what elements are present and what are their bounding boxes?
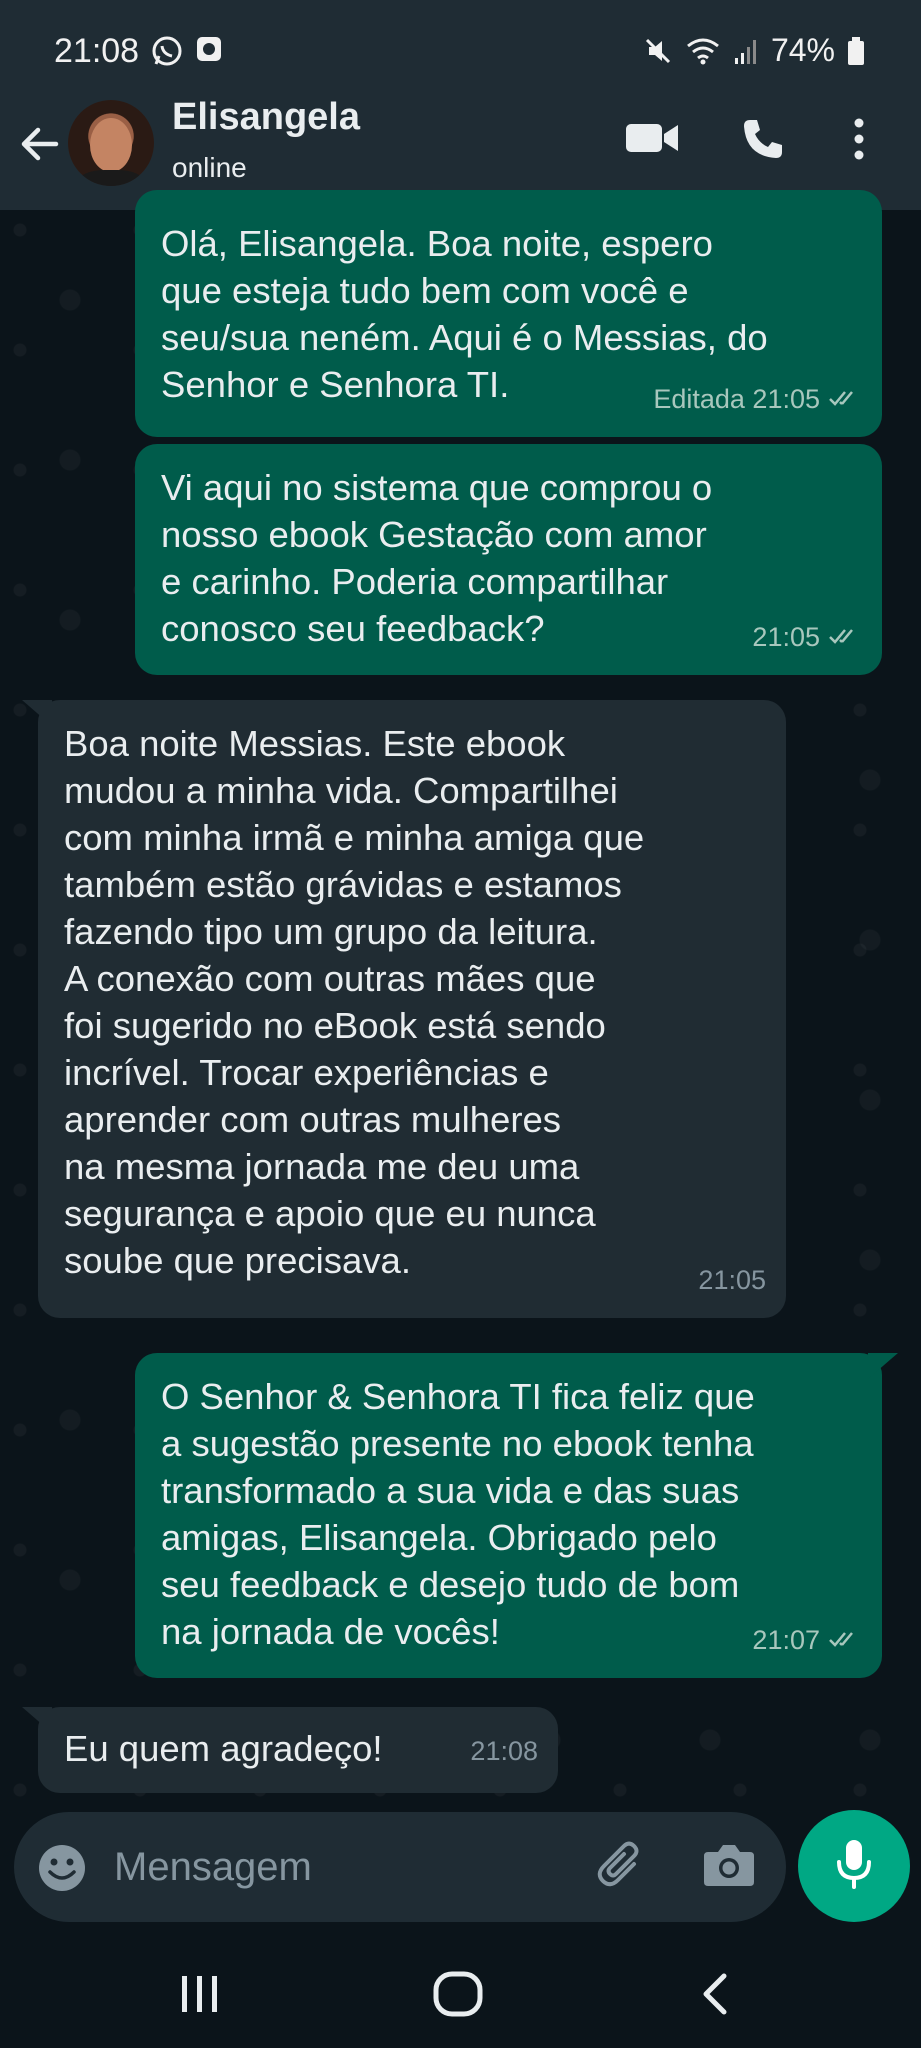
whatsapp-icon: [150, 34, 184, 73]
message-time: 21:07: [752, 1625, 820, 1655]
home-icon[interactable]: [432, 1970, 484, 2023]
message-input[interactable]: [114, 1834, 584, 1900]
message-text: O Senhor & Senhora TI fica feliz que a s…: [161, 1376, 755, 1652]
message-meta: 21:05: [698, 1257, 766, 1304]
back-arrow-icon[interactable]: [16, 120, 64, 168]
message-meta: Editada 21:05: [653, 376, 862, 423]
mute-icon: [643, 36, 673, 66]
message-bubble-outgoing[interactable]: Olá, Elisangela. Boa noite, espero que e…: [135, 190, 882, 437]
message-time: Editada 21:05: [653, 384, 820, 414]
emoji-icon[interactable]: [36, 1842, 88, 1899]
message-text: Eu quem agradeço!: [64, 1728, 383, 1769]
mic-button[interactable]: [798, 1810, 910, 1922]
attach-icon[interactable]: [594, 1838, 650, 1899]
phone-icon[interactable]: [740, 116, 786, 167]
message-bubble-outgoing[interactable]: O Senhor & Senhora TI fica feliz que a s…: [135, 1353, 898, 1678]
message-time: 21:05: [698, 1265, 766, 1295]
message-meta: 21:05: [752, 614, 862, 661]
nav-back-icon[interactable]: [700, 1972, 730, 2021]
signal-icon: [733, 36, 759, 66]
status-right: 74%: [643, 32, 865, 69]
bubble-tail: [868, 1353, 898, 1379]
more-vertical-icon[interactable]: [852, 116, 866, 167]
message-meta: 21:08: [470, 1728, 538, 1775]
message-text: Boa noite Messias. Este ebook mudou a mi…: [64, 723, 645, 1281]
battery-icon: [847, 36, 865, 66]
bubble-tail: [22, 1707, 52, 1733]
bubble-tail: [22, 700, 52, 726]
avatar-shirt: [78, 170, 144, 186]
notification-app-icon: [194, 34, 224, 73]
message-time: 21:08: [470, 1736, 538, 1766]
message-bubble-incoming[interactable]: Eu quem agradeço! 21:08: [22, 1707, 558, 1793]
status-bar: 21:08 74%: [0, 0, 921, 100]
message-compose-bar: [14, 1812, 786, 1922]
message-bubble-incoming[interactable]: Boa noite Messias. Este ebook mudou a mi…: [22, 700, 786, 1318]
double-check-icon: [828, 614, 862, 661]
avatar[interactable]: [68, 100, 154, 186]
contact-status: online: [172, 152, 247, 183]
double-check-icon: [828, 1617, 862, 1664]
camera-icon[interactable]: [702, 1840, 756, 1895]
double-check-icon: [828, 376, 862, 423]
message-meta: 21:07: [752, 1617, 862, 1664]
message-time: 21:05: [752, 622, 820, 652]
message-bubble-outgoing[interactable]: Vi aqui no sistema que comprou o nosso e…: [135, 444, 882, 675]
video-call-icon[interactable]: [624, 116, 680, 165]
chat-screen: 21:08 74% Elisangela online Olá, Elisang…: [0, 0, 921, 2048]
system-nav-bar: [0, 1938, 921, 2048]
wifi-icon: [685, 36, 721, 66]
status-left-icons: [150, 34, 224, 73]
battery-percent: 74%: [770, 32, 835, 68]
mic-icon: [834, 1838, 874, 1895]
status-time: 21:08: [54, 32, 140, 70]
chat-area[interactable]: Olá, Elisangela. Boa noite, espero que e…: [0, 190, 921, 1812]
avatar-face: [90, 118, 132, 172]
recent-apps-icon[interactable]: [178, 1974, 222, 2019]
contact-name[interactable]: Elisangela: [172, 96, 360, 139]
